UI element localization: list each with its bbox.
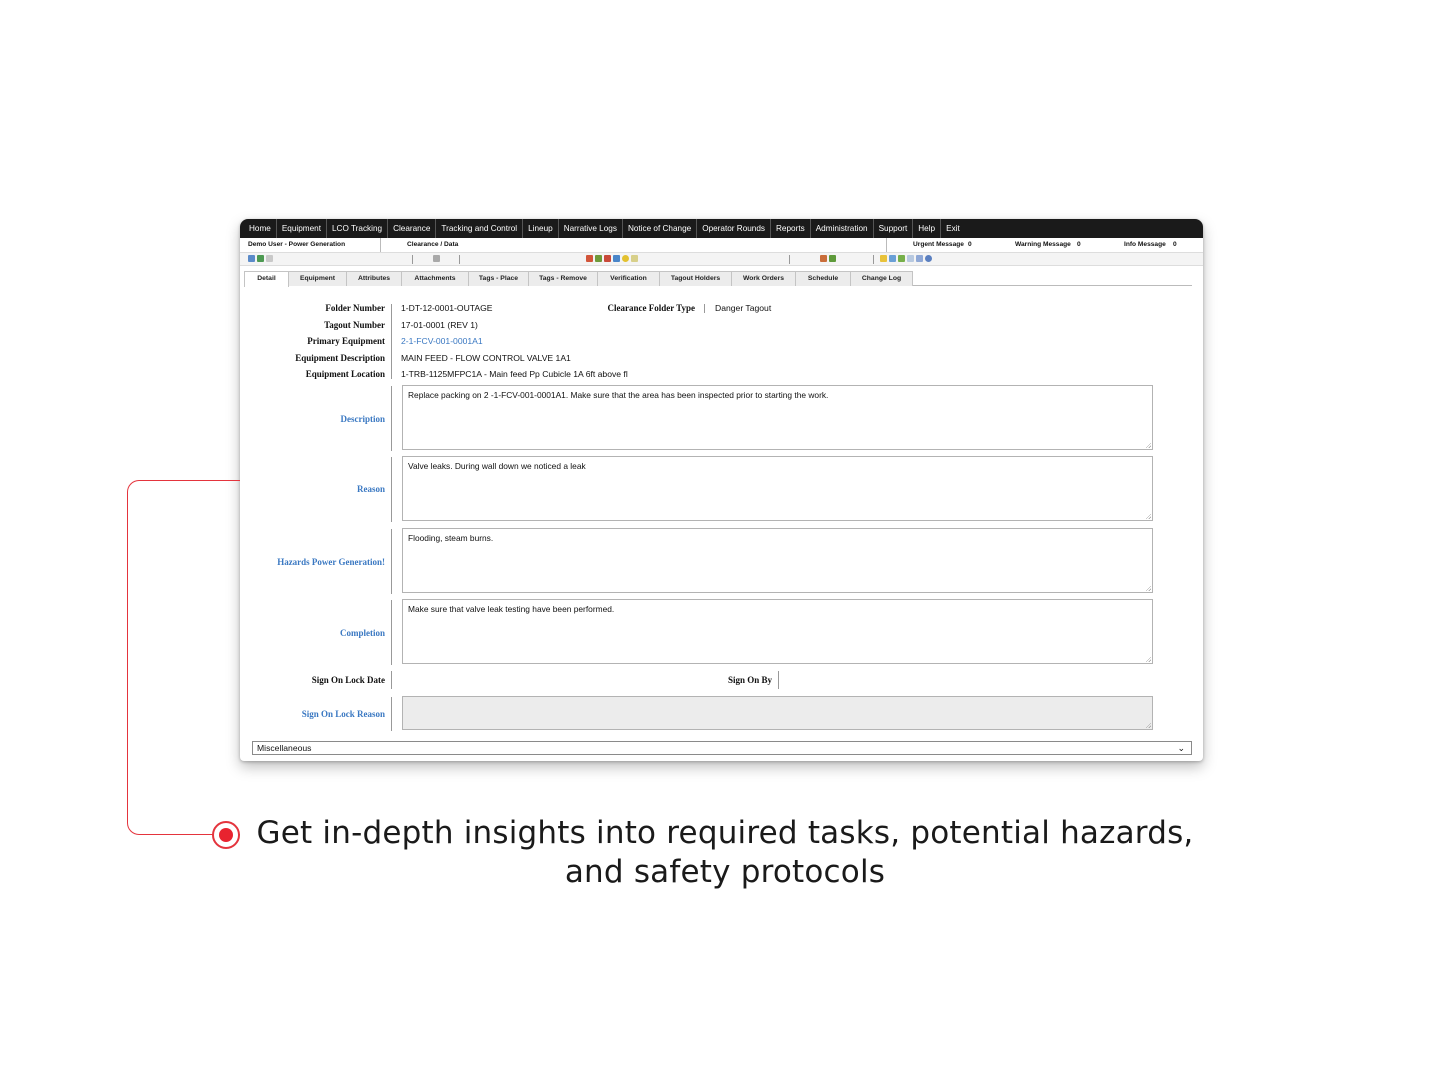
caption-line-1: Get in-depth insights into required task… xyxy=(256,815,1194,851)
hazards-textarea[interactable]: Flooding, steam burns. xyxy=(402,528,1153,593)
settings-icon[interactable] xyxy=(925,255,932,262)
tab-schedule[interactable]: Schedule xyxy=(795,271,851,286)
menu-narrative-logs[interactable]: Narrative Logs xyxy=(559,219,623,238)
feature-caption: Get in-depth insights into required task… xyxy=(250,814,1200,892)
description-label: Description xyxy=(340,414,386,424)
tag-remove-icon[interactable] xyxy=(595,255,602,262)
tab-attachments[interactable]: Attachments xyxy=(401,271,469,286)
equipment-location-value: 1-TRB-1125MFPC1A - Main feed Pp Cubicle … xyxy=(401,369,628,379)
completion-textarea[interactable]: Make sure that valve leak testing have b… xyxy=(402,599,1153,664)
reason-label: Reason xyxy=(356,484,385,494)
hazards-label: Hazards Power Generation! xyxy=(277,557,385,567)
miscellaneous-select[interactable]: Miscellaneous ⌄ xyxy=(252,741,1192,755)
menu-home[interactable]: Home xyxy=(244,219,277,238)
report-icon[interactable] xyxy=(916,255,923,262)
breadcrumb: Clearance / Data xyxy=(407,241,459,248)
description-text: Replace packing on 2 -1-FCV-001-0001A1. … xyxy=(408,390,829,400)
note-icon[interactable] xyxy=(631,255,638,262)
toolbar xyxy=(240,252,1203,266)
tag-place-icon[interactable] xyxy=(586,255,593,262)
menu-exit[interactable]: Exit xyxy=(941,219,965,238)
folder-type-label: Clearance Folder Type xyxy=(607,303,696,313)
menu-lco-tracking[interactable]: LCO Tracking xyxy=(327,219,389,238)
urgent-message-count: 0 xyxy=(968,241,972,248)
equipment-description-label: Equipment Description xyxy=(295,353,385,363)
tab-tags-place[interactable]: Tags - Place xyxy=(468,271,529,286)
status-icon[interactable] xyxy=(622,255,629,262)
main-menu-bar: Home Equipment LCO Tracking Clearance Tr… xyxy=(240,219,1203,238)
urgent-message-label[interactable]: Urgent Message xyxy=(913,241,964,248)
resize-grip-icon[interactable] xyxy=(1145,513,1151,519)
folder-number-label: Folder Number xyxy=(325,303,385,313)
tab-verification[interactable]: Verification xyxy=(597,271,660,286)
sign-on-by-label: Sign On By xyxy=(727,675,772,685)
tag-hold-icon[interactable] xyxy=(604,255,611,262)
tab-work-orders[interactable]: Work Orders xyxy=(731,271,796,286)
menu-support[interactable]: Support xyxy=(874,219,914,238)
menu-administration[interactable]: Administration xyxy=(811,219,874,238)
tab-strip: Detail Equipment Attributes Attachments … xyxy=(244,271,1192,287)
document-icon[interactable] xyxy=(266,255,273,262)
callout-bullet-icon xyxy=(212,821,240,849)
primary-equipment-link[interactable]: 2-1-FCV-001-0001A1 xyxy=(401,336,483,346)
folder-number-value: 1-DT-12-0001-OUTAGE xyxy=(401,303,493,313)
user-icon[interactable] xyxy=(829,255,836,262)
resize-grip-icon[interactable] xyxy=(1145,656,1151,662)
info-message-count: 0 xyxy=(1173,241,1177,248)
folder-icon[interactable] xyxy=(898,255,905,262)
reason-textarea[interactable]: Valve leaks. During wall down we noticed… xyxy=(402,456,1153,521)
completion-text: Make sure that valve leak testing have b… xyxy=(408,604,615,614)
menu-operator-rounds[interactable]: Operator Rounds xyxy=(697,219,772,238)
menu-tracking-and-control[interactable]: Tracking and Control xyxy=(436,219,524,238)
menu-reports[interactable]: Reports xyxy=(771,219,811,238)
hazards-text: Flooding, steam burns. xyxy=(408,533,494,543)
undo-icon[interactable] xyxy=(257,255,264,262)
equipment-description-value: MAIN FEED - FLOW CONTROL VALVE 1A1 xyxy=(401,353,571,363)
chevron-down-icon[interactable]: ⌄ xyxy=(1177,742,1185,754)
caption-line-2: and safety protocols xyxy=(564,854,886,890)
tab-tagout-holders[interactable]: Tagout Holders xyxy=(659,271,732,286)
current-user: Demo User - Power Generation xyxy=(248,241,346,248)
grid-icon[interactable] xyxy=(889,255,896,262)
resize-grip-icon xyxy=(1145,722,1151,728)
tab-tags-remove[interactable]: Tags - Remove xyxy=(528,271,598,286)
reason-text: Valve leaks. During wall down we noticed… xyxy=(408,461,586,471)
sign-on-lock-reason-textarea xyxy=(402,696,1153,730)
save-icon[interactable] xyxy=(248,255,255,262)
sign-on-lock-date-label: Sign On Lock Date xyxy=(311,675,385,685)
tab-equipment[interactable]: Equipment xyxy=(288,271,347,286)
warning-message-label[interactable]: Warning Message xyxy=(1015,241,1071,248)
menu-lineup[interactable]: Lineup xyxy=(523,219,559,238)
sign-on-lock-reason-label: Sign On Lock Reason xyxy=(301,709,385,719)
menu-notice-of-change[interactable]: Notice of Change xyxy=(623,219,698,238)
folder-type-value: Danger Tagout xyxy=(715,303,772,313)
tab-detail[interactable]: Detail xyxy=(244,271,289,287)
tab-change-log[interactable]: Change Log xyxy=(850,271,913,286)
description-textarea[interactable]: Replace packing on 2 -1-FCV-001-0001A1. … xyxy=(402,385,1153,450)
menu-equipment[interactable]: Equipment xyxy=(277,219,327,238)
lock-icon[interactable] xyxy=(820,255,827,262)
globe-icon[interactable] xyxy=(613,255,620,262)
warning-message-count: 0 xyxy=(1077,241,1081,248)
print-icon[interactable] xyxy=(433,255,440,262)
completion-label: Completion xyxy=(340,628,385,638)
menu-clearance[interactable]: Clearance xyxy=(388,219,437,238)
equipment-location-label: Equipment Location xyxy=(305,369,385,379)
tagout-number-label: Tagout Number xyxy=(324,320,385,330)
status-bar: Demo User - Power Generation Clearance /… xyxy=(240,238,1203,252)
app-window: Home Equipment LCO Tracking Clearance Tr… xyxy=(240,219,1203,761)
page-icon[interactable] xyxy=(907,255,914,262)
info-message-label[interactable]: Info Message xyxy=(1124,241,1166,248)
resize-grip-icon[interactable] xyxy=(1145,585,1151,591)
tagout-number-value: 17-01-0001 (REV 1) xyxy=(401,320,478,330)
tab-attributes[interactable]: Attributes xyxy=(346,271,402,286)
primary-equipment-label: Primary Equipment xyxy=(307,336,385,346)
menu-help[interactable]: Help xyxy=(913,219,942,238)
callout-connector-line xyxy=(127,480,240,835)
miscellaneous-select-value: Miscellaneous xyxy=(257,743,312,753)
resize-grip-icon[interactable] xyxy=(1145,442,1151,448)
bulb-icon[interactable] xyxy=(880,255,887,262)
